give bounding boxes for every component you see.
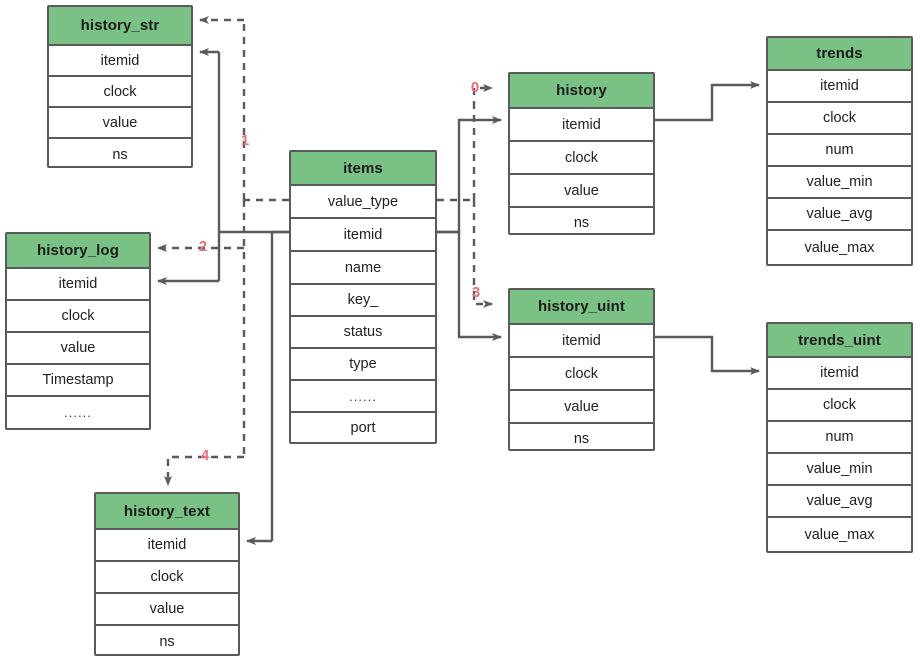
table-row: value_type xyxy=(291,186,435,219)
table-history-str[interactable]: history_str itemid clock value ns xyxy=(47,5,193,168)
edge-label-4: 4 xyxy=(200,447,210,464)
table-row: clock xyxy=(768,103,911,135)
table-trends-uint[interactable]: trends_uint itemid clock num value_min v… xyxy=(766,322,913,553)
table-row: Timestamp xyxy=(7,365,149,397)
table-row: name xyxy=(291,252,435,285)
table-row: key_ xyxy=(291,285,435,317)
edge-history-uint-to-trends-uint xyxy=(655,335,760,375)
table-row: clock xyxy=(510,142,653,175)
table-row: clock xyxy=(768,390,911,422)
table-items-title: items xyxy=(291,152,435,186)
table-row: itemid xyxy=(510,325,653,358)
table-row: status xyxy=(291,317,435,349)
table-row: ns xyxy=(510,208,653,233)
table-row: itemid xyxy=(291,219,435,252)
er-diagram-canvas: history_str itemid clock value ns histor… xyxy=(0,0,920,660)
table-row: itemid xyxy=(96,530,238,562)
table-row: value_min xyxy=(768,454,911,486)
edge-label-3: 3 xyxy=(471,284,481,301)
table-row: value_max xyxy=(768,231,911,264)
table-trends-uint-title: trends_uint xyxy=(768,324,911,358)
table-row: value xyxy=(510,175,653,208)
table-row: ns xyxy=(96,626,238,654)
table-trends[interactable]: trends itemid clock num value_min value_… xyxy=(766,36,913,266)
table-row: clock xyxy=(96,562,238,594)
table-row: itemid xyxy=(49,46,191,77)
table-history-uint[interactable]: history_uint itemid clock value ns xyxy=(508,288,655,451)
table-history[interactable]: history itemid clock value ns xyxy=(508,72,655,235)
table-row: ...... xyxy=(291,381,435,413)
table-history-text-title: history_text xyxy=(96,494,238,530)
table-row: ns xyxy=(49,139,191,166)
table-row: ...... xyxy=(7,397,149,428)
table-row: clock xyxy=(7,301,149,333)
table-row: num xyxy=(768,422,911,454)
table-row: itemid xyxy=(7,269,149,301)
table-row: clock xyxy=(510,358,653,391)
table-row: value_max xyxy=(768,518,911,551)
edge-label-2: 2 xyxy=(198,238,208,255)
table-row: itemid xyxy=(510,109,653,142)
table-row: value xyxy=(7,333,149,365)
table-trends-title: trends xyxy=(768,38,911,71)
edge-history-to-trends xyxy=(655,81,760,122)
table-row: value_avg xyxy=(768,199,911,231)
table-row: port xyxy=(291,413,435,442)
table-row: itemid xyxy=(768,358,911,390)
edge-label-0: 0 xyxy=(470,79,480,96)
table-items[interactable]: items value_type itemid name key_ status… xyxy=(289,150,437,444)
table-row: num xyxy=(768,135,911,167)
table-row: clock xyxy=(49,77,191,108)
table-history-text[interactable]: history_text itemid clock value ns xyxy=(94,492,240,656)
edge-label-1: 1 xyxy=(240,132,250,149)
table-history-title: history xyxy=(510,74,653,109)
table-history-log[interactable]: history_log itemid clock value Timestamp… xyxy=(5,232,151,430)
table-row: value_avg xyxy=(768,486,911,518)
table-history-str-title: history_str xyxy=(49,7,191,46)
table-row: value xyxy=(96,594,238,626)
table-row: value xyxy=(49,108,191,139)
table-row: value_min xyxy=(768,167,911,199)
table-row: ns xyxy=(510,424,653,449)
edge-items-to-history-itemid xyxy=(437,116,502,234)
table-row: itemid xyxy=(768,71,911,103)
table-row: type xyxy=(291,349,435,381)
table-history-uint-title: history_uint xyxy=(510,290,653,325)
table-row: value xyxy=(510,391,653,424)
table-history-log-title: history_log xyxy=(7,234,149,269)
